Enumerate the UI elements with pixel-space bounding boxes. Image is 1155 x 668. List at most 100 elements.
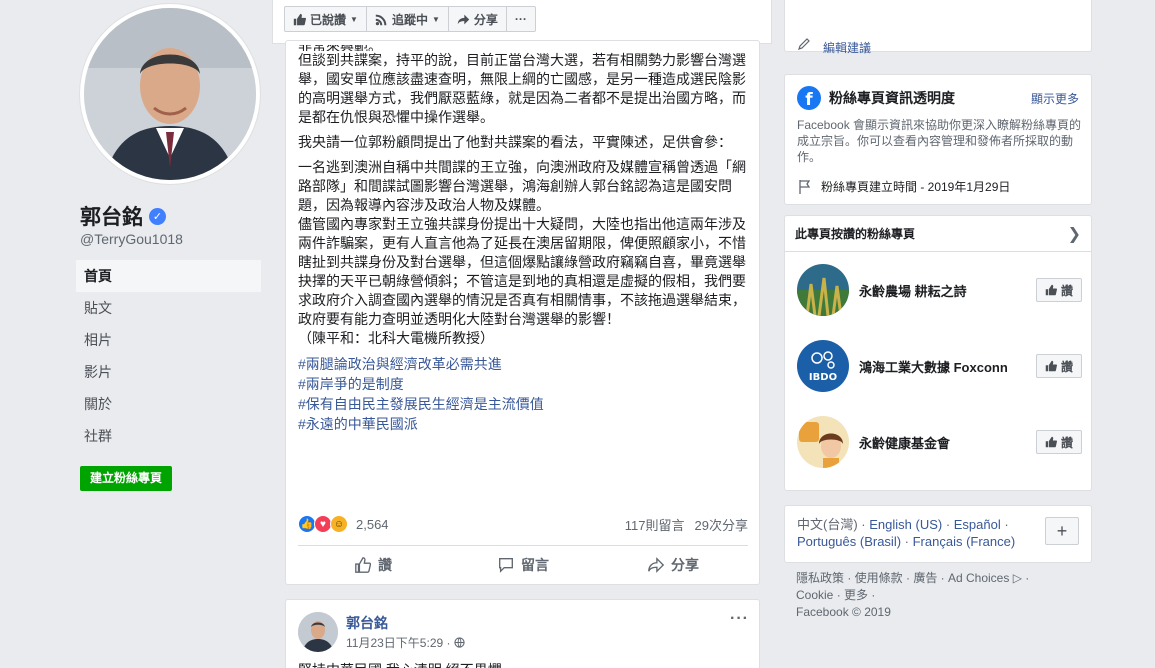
profile-picture[interactable] [80, 4, 260, 184]
liked-page-item: 永齡健康基金會 讚 [797, 416, 1082, 468]
post-timestamp[interactable]: 11月23日下午5:29 · [346, 634, 465, 651]
share-arrow-icon [457, 14, 470, 24]
rss-icon [375, 14, 387, 25]
liked-pages-title: 此專頁按讚的粉絲專頁 [795, 227, 916, 241]
like-page-button[interactable]: 讚 [1035, 354, 1082, 378]
post-time-text: 11月23日下午5:29 · [346, 636, 454, 650]
liked-page-thumbnail[interactable]: IBDO [797, 340, 849, 392]
share-count[interactable]: 29次分享 [695, 515, 748, 534]
page-nav: 首頁 貼文 相片 影片 關於 社群 [76, 260, 261, 452]
language-link[interactable]: Español [954, 517, 1001, 532]
like-button-label: 讚 [1060, 359, 1073, 374]
post-options-button[interactable]: ··· [730, 610, 749, 628]
page-created-text: 粉絲專頁建立時間 - 2019年1月29日 [821, 180, 1011, 194]
hashtag-link[interactable]: #兩岸爭的是制度 [298, 374, 750, 394]
share-button[interactable]: 分享 [447, 6, 507, 32]
footer-links[interactable]: 隱私政策 · 使用條款 · 廣告 · Ad Choices ▷ · [796, 570, 1086, 587]
liked-page-name[interactable]: 永齡健康基金會 [859, 433, 1017, 452]
more-options-button[interactable]: ··· [505, 6, 536, 32]
page-footer: 隱私政策 · 使用條款 · 廣告 · Ad Choices ▷ · Cookie… [796, 570, 1086, 621]
page-created-date: 粉絲專頁建立時間 - 2019年1月29日 [797, 178, 1010, 195]
share-action-button[interactable]: 分享 [598, 549, 748, 581]
left-column: 郭台銘 ✓ @TerryGou1018 首頁 貼文 相片 影片 關於 社群 建立… [0, 0, 272, 668]
language-link[interactable]: English (US) [869, 517, 942, 532]
like-button-label: 讚 [1060, 283, 1073, 298]
page-name-text: 郭台銘 [80, 206, 143, 229]
separator: · [942, 517, 954, 532]
reaction-count[interactable]: 2,564 [356, 517, 389, 532]
liked-page-name[interactable]: 永齡農場 耕耘之詩 [859, 281, 1017, 300]
separator: · [901, 534, 913, 549]
comment-action-button[interactable]: 留言 [448, 549, 598, 581]
transparency-title: 粉絲專頁資訊透明度 [829, 90, 955, 106]
flag-icon [799, 179, 811, 194]
comment-action-label: 留言 [521, 557, 549, 573]
like-action-button[interactable]: 讚 [298, 549, 448, 581]
language-link[interactable]: Português (Brasil) [797, 534, 901, 549]
liked-page-item: 永齡農場 耕耘之詩 讚 [797, 264, 1082, 316]
engagement-counts: 117則留言 29次分享 [625, 515, 748, 534]
nav-item-about[interactable]: 關於 [76, 388, 261, 420]
post-paragraph: 但談到共諜案，持平的說，目前正當台灣大選，若有相關勢力影響台灣選舉，國安單位應該… [298, 52, 746, 125]
post-paragraph: 我央請一位郭粉顧問提出了他對共諜案的看法，平實陳述，足供會參： [298, 134, 732, 150]
footer-copyright: Facebook © 2019 [796, 605, 891, 619]
page-title: 郭台銘 ✓ [80, 201, 166, 231]
post-card: 非常來興範。 但談到共諜案，持平的說，目前正當台灣大選，若有相關勢力影響台灣選舉… [285, 40, 760, 585]
see-more-link[interactable]: 顯示更多 [1031, 90, 1079, 107]
following-label: 追蹤中 [391, 12, 428, 27]
separator: · [1000, 517, 1009, 532]
nav-item-videos[interactable]: 影片 [76, 356, 261, 388]
nav-item-posts[interactable]: 貼文 [76, 292, 261, 324]
separator: · [857, 517, 870, 532]
share-label: 分享 [473, 12, 498, 27]
farm-photo-icon [797, 264, 849, 316]
nav-item-community[interactable]: 社群 [76, 420, 261, 452]
globe-icon [454, 637, 465, 648]
facebook-logo-icon: f [797, 86, 821, 110]
avatar [84, 8, 256, 180]
page-transparency-card: f 粉絲專頁資訊透明度 顯示更多 Facebook 會顯示資訊來協助你更深入瞭解… [784, 74, 1092, 205]
liked-page-thumbnail[interactable] [797, 264, 849, 316]
hashtag-link[interactable]: #永遠的中華民國派 [298, 414, 750, 434]
thumbs-up-icon [1045, 436, 1057, 448]
nav-item-photos[interactable]: 相片 [76, 324, 261, 356]
post-card: 郭台銘 11月23日下午5:29 · ··· 堅持中華民國 我心清明 絕不畏懼 [285, 599, 760, 668]
like-page-button[interactable]: 讚 [1035, 278, 1082, 302]
author-avatar[interactable] [298, 612, 338, 652]
following-button[interactable]: 追蹤中 ▼ [365, 6, 449, 32]
chevron-down-icon: ▼ [350, 14, 358, 24]
divider [298, 545, 748, 546]
haha-reaction-icon: ☺ [330, 515, 348, 533]
suggest-edits-link[interactable]: 編輯建議 [823, 39, 871, 56]
add-language-button[interactable]: + [1045, 517, 1079, 545]
reaction-summary: 👍 ♥ ☺ 2,564 117則留言 29次分享 [298, 513, 748, 535]
liked-button[interactable]: 已說讚 ▼ [284, 6, 367, 32]
like-action-label: 讚 [378, 557, 392, 573]
suggest-edits-card: 編輯建議 [784, 0, 1092, 55]
like-button-label: 讚 [1060, 435, 1073, 450]
nav-item-home[interactable]: 首頁 [76, 260, 261, 292]
chevron-down-icon: ▼ [431, 14, 440, 24]
transparency-header: f 粉絲專頁資訊透明度 [797, 86, 955, 110]
verified-badge-icon: ✓ [149, 207, 166, 225]
liked-page-thumbnail[interactable] [797, 416, 849, 468]
create-page-button[interactable]: 建立粉絲專頁 [80, 466, 173, 491]
hashtag-link[interactable]: #兩腿論政治與經濟改革必需共進 [298, 354, 750, 374]
reactions[interactable]: 👍 ♥ ☺ 2,564 [298, 515, 389, 533]
post-text-preview: 堅持中華民國 我心清明 絕不畏懼 [298, 660, 502, 668]
page-handle[interactable]: @TerryGou1018 [80, 231, 183, 247]
comment-count[interactable]: 117則留言 [625, 515, 685, 534]
language-link[interactable]: Français (France) [913, 534, 1016, 549]
post-author-name[interactable]: 郭台銘 [346, 613, 388, 633]
hashtag-link[interactable]: #保有自由民主發展民生經濟是主流價值 [298, 394, 750, 414]
liked-pages-card: 此專頁按讚的粉絲專頁 ❯ 永齡農場 耕耘之詩 讚 IBDO 鴻海工業大數據 Fo… [784, 215, 1092, 491]
hashtag-list: #兩腿論政治與經濟改革必需共進 #兩岸爭的是制度 #保有自由民主發展民生經濟是主… [298, 354, 750, 434]
post-paragraph: 一名逃到澳洲自稱中共間諜的王立強，向澳洲政府及媒體宣稱曾透過「網路部隊」和間諜試… [298, 159, 746, 346]
liked-page-name[interactable]: 鴻海工業大數據 Foxconn [859, 357, 1017, 376]
footer-links[interactable]: Cookie · 更多 · [796, 587, 1086, 604]
page-action-bar: 已說讚 ▼ 追蹤中 ▼ 分享 ··· [272, 0, 772, 44]
action-button-group: 已說讚 ▼ 追蹤中 ▼ 分享 ··· [284, 6, 536, 32]
liked-pages-header[interactable]: 此專頁按讚的粉絲專頁 ❯ [785, 216, 1091, 252]
like-page-button[interactable]: 讚 [1035, 430, 1082, 454]
share-action-label: 分享 [671, 557, 699, 573]
